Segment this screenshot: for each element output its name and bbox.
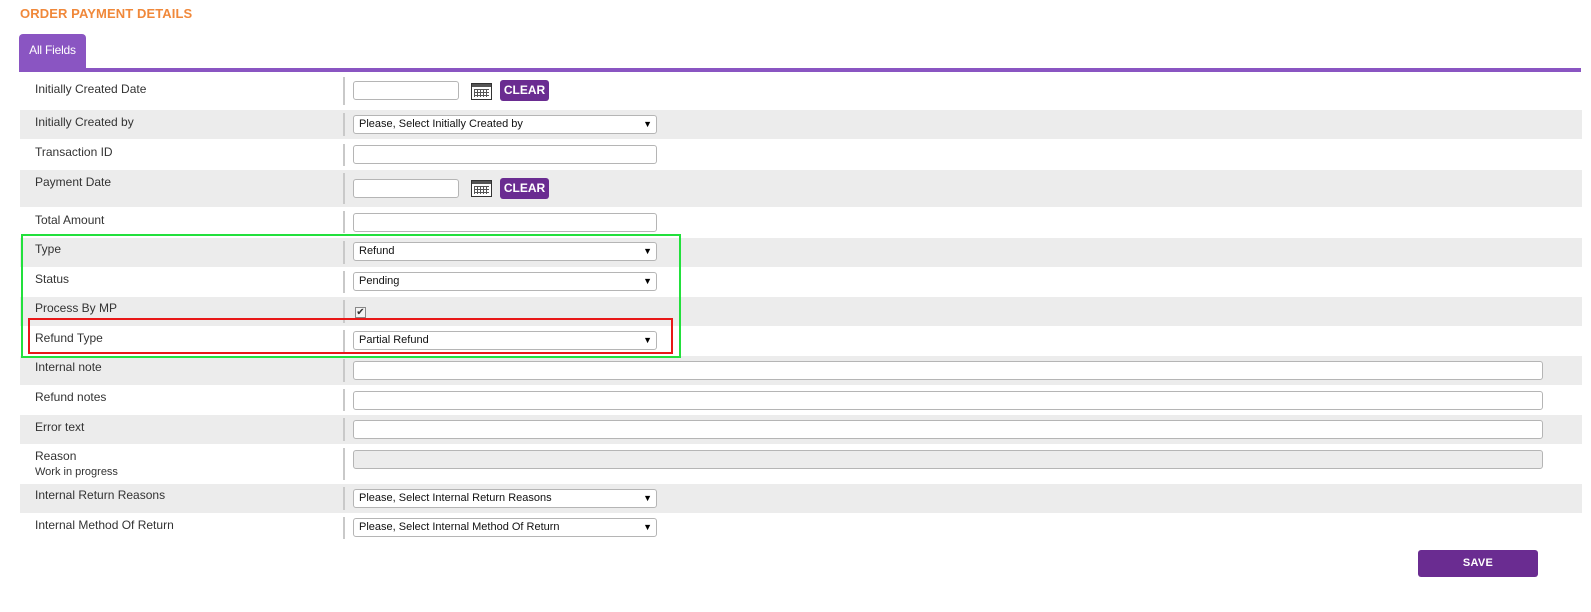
refund-notes-input[interactable]	[353, 391, 1543, 410]
field-label: Payment Date	[35, 175, 112, 189]
internal-return-reasons-select[interactable]: Please, Select Internal Return Reasons ▼	[353, 489, 657, 508]
error-text-input[interactable]	[353, 420, 1543, 439]
field-label: Refund notes	[35, 390, 107, 404]
clear-initially-created-date-button[interactable]: CLEAR	[500, 80, 549, 101]
field-label: Initially Created by	[35, 115, 134, 129]
row-transaction-id: Transaction ID	[20, 141, 1582, 169]
divider	[343, 113, 345, 136]
row-initially-created-date: Initially Created Date CLEAR	[20, 74, 1582, 108]
tab-underline	[19, 68, 1581, 72]
divider	[343, 173, 345, 204]
total-amount-input[interactable]	[353, 213, 657, 232]
row-internal-note: Internal note	[20, 356, 1582, 385]
transaction-id-input[interactable]	[353, 145, 657, 164]
select-value: Please, Select Internal Return Reasons	[359, 492, 552, 504]
internal-method-of-return-select[interactable]: Please, Select Internal Method Of Return…	[353, 518, 657, 537]
calendar-icon[interactable]	[471, 83, 492, 100]
field-label: Total Amount	[35, 213, 105, 227]
row-initially-created-by: Initially Created by Please, Select Init…	[20, 110, 1582, 139]
field-label: Transaction ID	[35, 145, 113, 159]
select-value: Please, Select Internal Method Of Return	[359, 521, 560, 533]
divider	[343, 418, 345, 441]
initially-created-by-select[interactable]: Please, Select Initially Created by ▼	[353, 115, 657, 134]
save-button[interactable]: SAVE	[1418, 550, 1538, 577]
field-label: Initially Created Date	[35, 82, 147, 96]
row-payment-date: Payment Date CLEAR	[20, 170, 1582, 207]
row-internal-return-reasons: Internal Return Reasons Please, Select I…	[20, 484, 1582, 513]
payment-date-input[interactable]	[353, 179, 459, 198]
internal-note-input[interactable]	[353, 361, 1543, 380]
field-label: Reason	[35, 449, 77, 463]
dropdown-arrow-icon: ▼	[643, 522, 652, 532]
initially-created-date-input[interactable]	[353, 81, 459, 100]
field-label: Error text	[35, 420, 85, 434]
select-value: Please, Select Initially Created by	[359, 118, 523, 130]
field-label: Internal Method Of Return	[35, 518, 174, 532]
highlight-box-red	[28, 318, 673, 354]
dropdown-arrow-icon: ▼	[643, 119, 652, 129]
divider	[343, 144, 345, 166]
divider	[343, 448, 345, 480]
divider	[343, 77, 345, 105]
row-total-amount: Total Amount	[20, 208, 1582, 236]
dropdown-arrow-icon: ▼	[643, 493, 652, 503]
row-error-text: Error text	[20, 415, 1582, 444]
divider	[343, 359, 345, 382]
divider	[343, 517, 345, 539]
calendar-icon[interactable]	[471, 180, 492, 197]
page-title: ORDER PAYMENT DETAILS	[20, 6, 193, 21]
divider	[343, 211, 345, 233]
clear-payment-date-button[interactable]: CLEAR	[500, 178, 549, 199]
field-label: Internal note	[35, 360, 102, 374]
divider	[343, 487, 345, 510]
reason-input	[353, 450, 1543, 469]
divider	[343, 389, 345, 411]
row-reason: Reason Work in progress	[20, 445, 1582, 483]
field-label: Internal Return Reasons	[35, 488, 166, 502]
field-sub-label: Work in progress	[35, 466, 118, 478]
row-internal-method-of-return: Internal Method Of Return Please, Select…	[20, 514, 1582, 542]
tab-all-fields[interactable]: All Fields	[19, 34, 86, 68]
row-refund-notes: Refund notes	[20, 386, 1582, 414]
